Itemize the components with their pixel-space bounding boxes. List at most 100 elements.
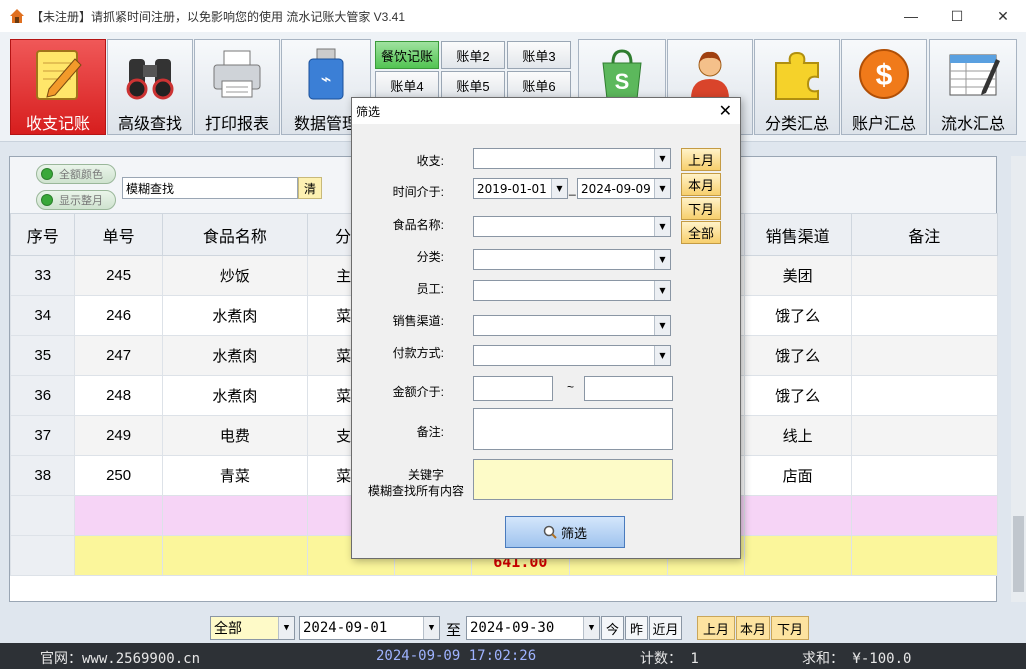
maximize-button[interactable]: ☐ <box>934 0 980 32</box>
cell-channel: 线上 <box>743 415 852 456</box>
amount-separator: ~ <box>567 380 575 394</box>
channel-combo[interactable]: ▼ <box>473 315 671 336</box>
type-combo[interactable]: ▼ <box>473 148 671 169</box>
close-button[interactable]: ✕ <box>980 0 1026 32</box>
food-label: 食品名称: <box>392 218 444 232</box>
toolbar-label: 流水汇总 <box>940 116 1005 133</box>
date-to-picker[interactable]: 2024-09-30 ▼ <box>466 616 600 640</box>
cell-name: 水煮肉 <box>161 335 308 376</box>
toolbar-advanced-search-button[interactable]: 高级查找 <box>107 39 193 135</box>
ledger-tab-2[interactable]: 账单2 <box>441 41 505 69</box>
column-header-seq[interactable]: 序号 <box>9 213 76 256</box>
cell-seq: 34 <box>9 295 76 336</box>
toolbar-label: 分类汇总 <box>764 116 829 133</box>
cell-blank <box>9 495 76 536</box>
toggle-label: 全额颜色 <box>59 169 103 181</box>
show-month-toggle[interactable]: 显示整月 <box>36 190 116 210</box>
ledger-tab-4[interactable]: 账单4 <box>375 71 439 99</box>
to-label: 至 <box>446 622 462 639</box>
status-bar: 官网：www.2569900.cn 2024-09-09 17:02:26 计数… <box>0 643 1026 669</box>
ledger-tab-3[interactable]: 账单3 <box>507 41 571 69</box>
cell-seq: 38 <box>9 455 76 496</box>
column-header-food[interactable]: 食品名称 <box>161 213 308 256</box>
scrollbar-thumb[interactable] <box>1013 516 1024 592</box>
toolbar-label: 收支记账 <box>25 116 90 133</box>
cell-seq: 37 <box>9 415 76 456</box>
date-separator: _ <box>569 182 576 196</box>
minimize-button[interactable]: — <box>888 0 934 32</box>
toolbar-category-summary-button[interactable]: 分类汇总 <box>754 39 840 135</box>
chevron-down-icon: ▼ <box>278 617 294 639</box>
cell-note <box>850 335 999 376</box>
time-label: 时间介于: <box>392 185 444 199</box>
ledger-tab-6[interactable]: 账单6 <box>507 71 571 99</box>
amount-max-input[interactable] <box>584 376 673 401</box>
cell-seq: 33 <box>9 255 76 296</box>
quick-this-month-button[interactable]: 本月 <box>681 173 721 196</box>
cell-note <box>850 255 999 296</box>
note-input[interactable] <box>473 408 673 450</box>
amount-min-input[interactable] <box>473 376 553 401</box>
chevron-down-icon: ▼ <box>654 217 670 236</box>
quick-all-button[interactable]: 全部 <box>681 221 721 244</box>
toggle-dot-icon <box>41 194 53 206</box>
toolbar-flow-summary-button[interactable]: 流水汇总 <box>929 39 1017 135</box>
fuzzy-search-input[interactable]: 模糊查找 <box>122 177 298 199</box>
column-header-note[interactable]: 备注 <box>850 213 999 256</box>
toggle-dot-icon <box>41 168 53 180</box>
filter-dialog: 筛选 ✕ 收支: ▼ 时间介于: 2019-01-01 ▼ _ 2024-09-0… <box>351 97 741 559</box>
next-month-button[interactable]: 下月 <box>771 616 809 640</box>
category-label: 分类: <box>416 250 444 264</box>
vertical-scrollbar[interactable] <box>1011 156 1026 602</box>
range-select[interactable]: 全部 ▼ <box>210 616 295 640</box>
ledger-tab-5[interactable]: 账单5 <box>441 71 505 99</box>
cell-note <box>850 375 999 416</box>
employee-combo[interactable]: ▼ <box>473 280 671 301</box>
filter-submit-button[interactable]: 筛选 <box>505 516 625 548</box>
time-from-value: 2019-01-01 <box>477 181 547 196</box>
time-from-picker[interactable]: 2019-01-01 ▼ <box>473 178 568 199</box>
shopping-bag-icon: S <box>592 44 652 104</box>
house-icon <box>10 9 24 23</box>
category-combo[interactable]: ▼ <box>473 249 671 270</box>
this-month-button[interactable]: 本月 <box>736 616 770 640</box>
toolbar-label: 高级查找 <box>117 116 182 133</box>
cell-note <box>850 415 999 456</box>
cell-no: 246 <box>74 295 163 336</box>
cell-blank <box>850 495 999 536</box>
cell-blank <box>161 495 308 536</box>
last-month-button[interactable]: 上月 <box>697 616 735 640</box>
yesterday-button[interactable]: 昨 <box>625 616 648 640</box>
sum-text: 求和： ¥-100.0 <box>802 651 912 667</box>
dialog-close-icon[interactable]: ✕ <box>719 101 732 121</box>
toolbar-income-expense-button[interactable]: 收支记账 <box>10 39 106 135</box>
keyword-input[interactable] <box>473 459 673 500</box>
food-combo[interactable]: ▼ <box>473 216 671 237</box>
payment-combo[interactable]: ▼ <box>473 345 671 366</box>
note-label: 备注: <box>416 425 444 439</box>
time-to-picker[interactable]: 2024-09-09 ▼ <box>577 178 671 199</box>
ledger-tab-1[interactable]: 餐饮记账 <box>375 41 439 69</box>
cell-blank <box>9 535 76 576</box>
chevron-down-icon: ▼ <box>654 250 670 269</box>
puzzle-icon <box>767 44 827 104</box>
quick-next-month-button[interactable]: 下月 <box>681 197 721 220</box>
cell-name: 水煮肉 <box>161 375 308 416</box>
toolbar-account-summary-button[interactable]: $ 账户汇总 <box>841 39 927 135</box>
toolbar-label: 账户汇总 <box>851 116 916 133</box>
amount-color-toggle[interactable]: 全额颜色 <box>36 164 116 184</box>
column-header-channel[interactable]: 销售渠道 <box>743 213 852 256</box>
cell-blank <box>743 495 852 536</box>
recent-month-button[interactable]: 近月 <box>649 616 682 640</box>
toolbar-print-report-button[interactable]: 打印报表 <box>194 39 280 135</box>
column-header-no[interactable]: 单号 <box>74 213 163 256</box>
quick-last-month-button[interactable]: 上月 <box>681 148 721 171</box>
count-text: 计数： 1 <box>640 651 699 667</box>
today-button[interactable]: 今 <box>601 616 624 640</box>
notebook-pencil-icon <box>28 44 88 104</box>
time-to-value: 2024-09-09 <box>581 181 651 196</box>
toolbar-label: 数据管理 <box>293 116 358 133</box>
date-from-picker[interactable]: 2024-09-01 ▼ <box>299 616 440 640</box>
clear-search-button[interactable]: 清 <box>298 177 322 199</box>
title-bar: 【未注册】请抓紧时间注册，以免影响您的使用 流水记账大管家 V3.41 — ☐ … <box>0 0 1026 32</box>
